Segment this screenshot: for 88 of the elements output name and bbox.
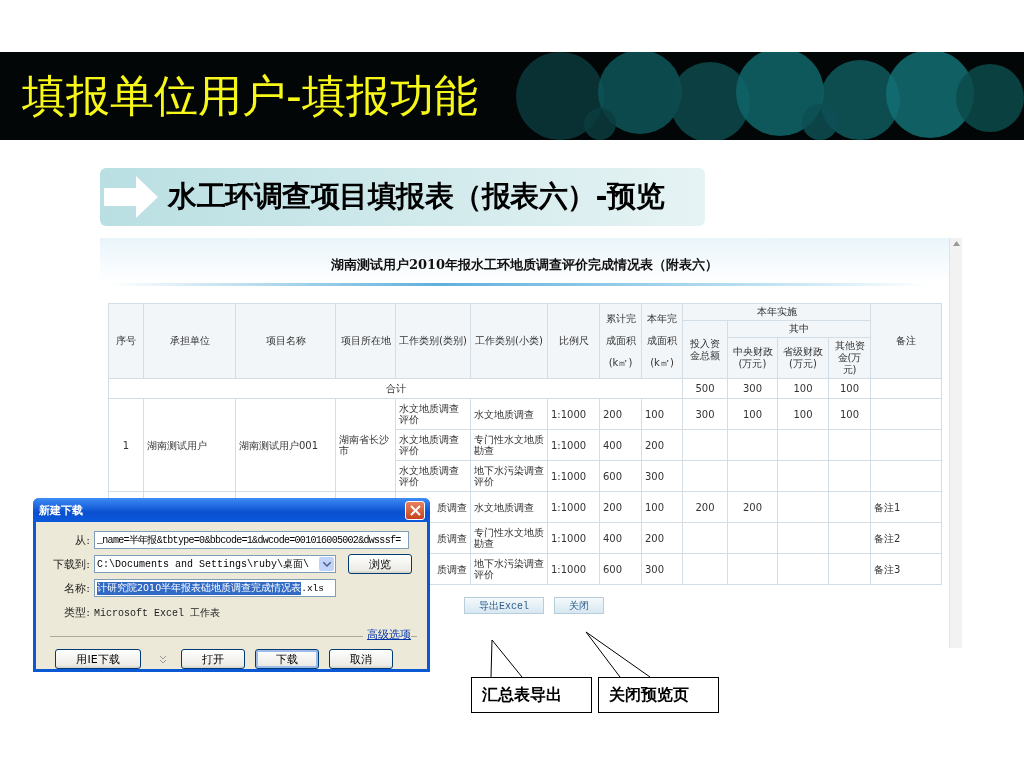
- column-header: 项目所在地: [335, 303, 396, 379]
- table-cell: 1:1000: [547, 460, 600, 492]
- table-cell: 水文地质调查评价: [395, 429, 471, 461]
- export-button[interactable]: 导出Excel: [464, 597, 544, 614]
- table-cell: 1:1000: [547, 522, 600, 554]
- table-cell: 100: [641, 398, 683, 430]
- field-label: 下载到:: [52, 556, 90, 572]
- table-cell: 水文地质调查: [470, 491, 548, 523]
- scrollbar[interactable]: [949, 238, 962, 648]
- table-cell: 200: [641, 429, 683, 461]
- column-header: 中央财政(万元): [727, 337, 778, 379]
- table-cell: 地下水污染调查评价: [470, 460, 548, 492]
- table-cell: 200: [599, 491, 642, 523]
- table-cell: 400: [599, 522, 642, 554]
- column-header: 本年完成面积(k㎡): [641, 303, 683, 379]
- field-label: 从:: [74, 532, 90, 548]
- callout-pointer: [490, 639, 523, 678]
- column-header: 比例尺: [547, 303, 600, 379]
- column-header: 本年实施: [682, 303, 871, 321]
- field-label: 类型:: [63, 605, 90, 620]
- table-cell: 100: [828, 398, 871, 430]
- column-header: 累计完成面积(k㎡): [599, 303, 642, 379]
- table-cell: 专门性水文地质勘查: [470, 429, 548, 461]
- table-cell: 备注2: [870, 522, 942, 554]
- table-cell: 300: [641, 460, 683, 492]
- file-type-text: Microsoft Excel 工作表: [94, 606, 220, 620]
- column-header: 序号: [108, 303, 144, 379]
- column-header: 承担单位: [143, 303, 236, 379]
- table-cell: 300: [682, 398, 728, 430]
- chevron-down-icon[interactable]: [159, 654, 167, 664]
- chevron-down-icon[interactable]: [322, 561, 331, 567]
- table-cell: 400: [599, 429, 642, 461]
- table-cell: 100: [777, 378, 829, 399]
- table-cell: 300: [641, 553, 683, 585]
- column-header: 省级财政(万元): [777, 337, 829, 379]
- table-cell: 合计: [108, 378, 683, 399]
- table-cell: 1:1000: [547, 429, 600, 461]
- callout-label: 汇总表导出: [471, 677, 592, 713]
- column-header: 备注: [870, 303, 942, 379]
- table-cell: 水文地质调查评价: [395, 398, 471, 430]
- table-cell: 200: [641, 522, 683, 554]
- scroll-up-icon[interactable]: [952, 241, 960, 246]
- callout-label: 关闭预览页: [598, 677, 719, 713]
- table-cell: 1:1000: [547, 398, 600, 430]
- table-cell: 地下水污染调查评价: [470, 553, 548, 585]
- column-header: 投入资金总额: [682, 320, 728, 379]
- column-header: 工作类别(类别): [395, 303, 471, 379]
- table-cell: 600: [599, 553, 642, 585]
- field-label: 名称:: [63, 580, 90, 596]
- column-header: 其他资金(万元): [828, 337, 871, 379]
- table-cell: 湖南省长沙市: [335, 398, 396, 492]
- arrow-icon: [102, 174, 160, 220]
- table-cell: 100: [727, 398, 778, 430]
- table-cell: 水文地质调查评价: [395, 460, 471, 492]
- subtitle: 水工环调查项目填报表（报表六）-预览: [168, 178, 665, 215]
- advanced-options-link[interactable]: 高级选项: [363, 627, 411, 642]
- table-cell: 200: [682, 491, 728, 523]
- table-cell: 1: [108, 398, 144, 492]
- table-cell: 100: [641, 491, 683, 523]
- file-name-field[interactable]: 计研究院2010半年报表础地质调查完成情况表.xls: [94, 579, 336, 597]
- table-cell: 水文地质调查: [470, 398, 548, 430]
- table-cell: 200: [727, 491, 778, 523]
- table-cell: 500: [682, 378, 728, 399]
- table-cell: 200: [599, 398, 642, 430]
- dialog-button[interactable]: 用IE下载: [55, 649, 141, 669]
- table-cell: 1:1000: [547, 553, 600, 585]
- table-cell: 100: [828, 378, 871, 399]
- table-cell: 100: [777, 398, 829, 430]
- column-header: 项目名称: [235, 303, 336, 379]
- table-cell: 湖南测试用户: [143, 398, 236, 492]
- table-cell: 专门性水文地质勘查: [470, 522, 548, 554]
- dialog-button[interactable]: 取消: [329, 649, 393, 669]
- source-url-field[interactable]: _name=半年报&tbtype=0&bbcode=1&dwcode=001016005002&dwsssf=: [94, 531, 409, 549]
- table-cell: 1:1000: [547, 491, 600, 523]
- table-cell: 备注1: [870, 491, 942, 523]
- table-cell: 备注3: [870, 553, 942, 585]
- dialog-title: 新建下载: [39, 502, 83, 518]
- report-title: 湖南测试用户2010年报水工环地质调查评价完成情况表（附表六）: [330, 256, 719, 274]
- table-cell: 湖南测试用户001: [235, 398, 336, 492]
- close-button[interactable]: 关闭: [554, 597, 604, 614]
- table-cell: 600: [599, 460, 642, 492]
- save-location-dropdown[interactable]: C:\Documents and Settings\ruby\桌面\: [94, 555, 336, 573]
- dialog-button[interactable]: 打开: [181, 649, 245, 669]
- column-header: 工作类别(小类): [470, 303, 548, 379]
- table-cell: 300: [727, 378, 778, 399]
- slide-title: 填报单位用户-填报功能: [22, 68, 478, 123]
- browse-button[interactable]: 浏览: [348, 554, 412, 574]
- dialog-button[interactable]: 下载: [255, 649, 319, 669]
